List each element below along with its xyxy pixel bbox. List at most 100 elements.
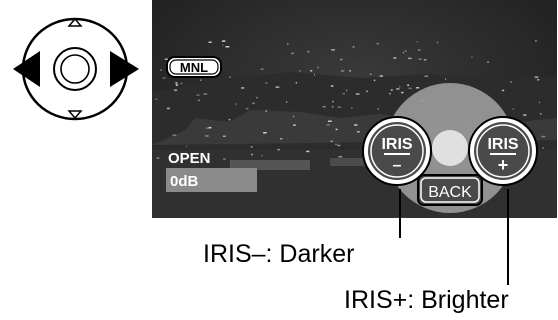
city-light [260, 68, 264, 70]
city-light [354, 124, 358, 126]
city-light [396, 88, 400, 90]
city-light [366, 90, 368, 93]
city-light [225, 46, 230, 48]
city-light [416, 40, 418, 43]
city-light [156, 157, 160, 159]
city-light [221, 40, 226, 42]
city-light [346, 89, 348, 92]
back-button[interactable]: BACK [417, 174, 483, 206]
iris-value: OPEN [168, 150, 211, 167]
city-light [538, 101, 540, 104]
city-light [502, 89, 505, 92]
city-light [175, 84, 179, 86]
pad-center-inner [60, 54, 90, 84]
mode-badge: MNL [166, 56, 222, 78]
city-light [166, 107, 170, 110]
city-light [404, 50, 407, 52]
city-light [534, 76, 539, 78]
city-light [322, 106, 326, 108]
city-light [330, 85, 334, 87]
city-light [291, 52, 295, 55]
city-light [390, 89, 393, 91]
illustration: MNL OPEN 0dB BACK IRIS – IRIS + [13, 0, 557, 285]
city-light [337, 106, 342, 108]
city-light [399, 86, 401, 88]
city-light [310, 70, 313, 72]
city-light [223, 158, 226, 160]
city-light [487, 61, 490, 63]
city-light [263, 132, 267, 134]
city-light [523, 114, 527, 116]
city-light [280, 138, 283, 140]
city-light [332, 105, 334, 108]
city-light [341, 70, 345, 72]
city-light [164, 58, 168, 60]
city-light [335, 143, 338, 146]
city-light [306, 150, 310, 153]
city-light [471, 56, 473, 58]
city-light [535, 40, 537, 42]
iris-plus-label: IRIS [487, 136, 518, 153]
city-light [295, 82, 297, 84]
city-light [196, 94, 200, 96]
city-light [402, 51, 405, 54]
city-light [408, 87, 412, 90]
city-light [256, 96, 258, 99]
city-light [393, 57, 397, 59]
city-light [317, 66, 320, 69]
iris-minus-divider [384, 153, 410, 155]
city-light [160, 69, 162, 71]
city-light [357, 131, 360, 133]
city-light [512, 108, 514, 110]
control-pad[interactable] [13, 17, 139, 121]
ring-center [432, 130, 468, 166]
city-light [208, 41, 212, 43]
city-light [252, 102, 255, 105]
city-light [424, 75, 428, 77]
city-light [373, 79, 376, 82]
back-button-label: BACK [428, 184, 472, 201]
city-light [445, 78, 447, 80]
city-light [539, 113, 542, 115]
city-light [265, 82, 268, 84]
iris-minus-button[interactable]: IRIS – [362, 116, 432, 186]
city-light [348, 70, 352, 72]
city-light [415, 87, 420, 89]
city-light [330, 140, 333, 143]
city-light [369, 73, 372, 75]
city-light [229, 76, 231, 78]
city-light [299, 70, 301, 72]
city-light [407, 84, 410, 86]
city-light [286, 101, 288, 103]
city-light [293, 115, 295, 118]
city-light [510, 81, 512, 83]
city-light [408, 57, 412, 60]
city-light [332, 100, 334, 103]
city-light [265, 110, 267, 112]
city-light [377, 108, 379, 110]
city-light [277, 148, 280, 151]
city-light [338, 156, 343, 158]
city-light [197, 99, 201, 102]
city-light [275, 86, 280, 88]
city-light [376, 42, 379, 45]
city-light [314, 74, 315, 76]
city-light [436, 41, 439, 44]
city-light [175, 82, 178, 84]
city-light [174, 89, 178, 91]
city-light [352, 46, 355, 48]
city-light [328, 120, 332, 122]
city-light [180, 82, 183, 85]
city-light [541, 135, 546, 138]
city-light [208, 126, 212, 129]
city-light [223, 135, 226, 137]
caption-darker: IRIS–: Darker [203, 240, 355, 268]
city-light [401, 91, 404, 94]
city-light [340, 58, 343, 61]
city-light [418, 49, 421, 51]
city-light [542, 147, 544, 149]
iris-plus-button[interactable]: IRIS + [468, 116, 538, 186]
city-light [355, 93, 360, 95]
gain-value: 0dB [170, 173, 199, 190]
mode-badge-label: MNL [180, 60, 208, 75]
